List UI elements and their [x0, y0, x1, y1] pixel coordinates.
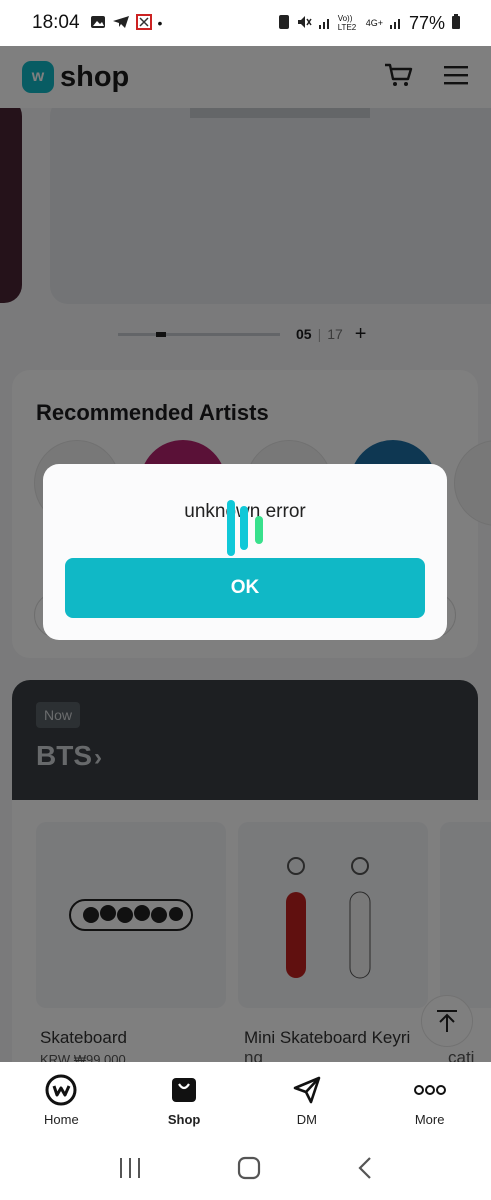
nav-label: Shop: [167, 1112, 201, 1127]
network-type: 4G+: [365, 18, 383, 28]
weverse-icon: [45, 1074, 77, 1106]
status-time: 18:04: [32, 12, 80, 33]
nav-shop[interactable]: Shop: [123, 1062, 246, 1140]
more-dots-icon: [413, 1074, 446, 1106]
back-icon[interactable]: [357, 1156, 373, 1185]
telegram-icon: [112, 15, 130, 32]
signal-icon: [389, 15, 403, 32]
nav-dm[interactable]: DM: [246, 1062, 369, 1140]
mute-icon: [296, 14, 312, 33]
signal-icon: [318, 15, 332, 32]
system-nav-bar: [0, 1140, 491, 1200]
app-notification-icon: [135, 13, 152, 33]
home-button-icon[interactable]: [237, 1156, 261, 1185]
battery-percent: 77%: [408, 12, 445, 33]
send-icon: [292, 1074, 322, 1106]
dot-icon: •: [157, 15, 163, 31]
status-right: Vo)) LTE2 4G+ 77%: [278, 13, 461, 34]
battery-icon: [451, 13, 461, 33]
recent-apps-icon[interactable]: [118, 1157, 142, 1184]
nav-label: More: [414, 1112, 445, 1127]
volte-label: Vo)) LTE2: [337, 14, 357, 32]
sim-icon: [278, 14, 290, 33]
loading-spinner-icon: [227, 500, 263, 556]
nav-more[interactable]: More: [368, 1062, 491, 1140]
status-bar: 18:04 • Vo)) LTE2 4G+ 77%: [0, 0, 491, 46]
shop-bag-icon: [170, 1074, 198, 1106]
gallery-icon: [90, 15, 106, 32]
nav-home[interactable]: Home: [0, 1062, 123, 1140]
nav-label: Home: [44, 1112, 79, 1127]
bottom-nav: Home Shop DM More: [0, 1062, 491, 1140]
nav-label: DM: [296, 1112, 317, 1127]
ok-button[interactable]: OK: [65, 558, 425, 618]
